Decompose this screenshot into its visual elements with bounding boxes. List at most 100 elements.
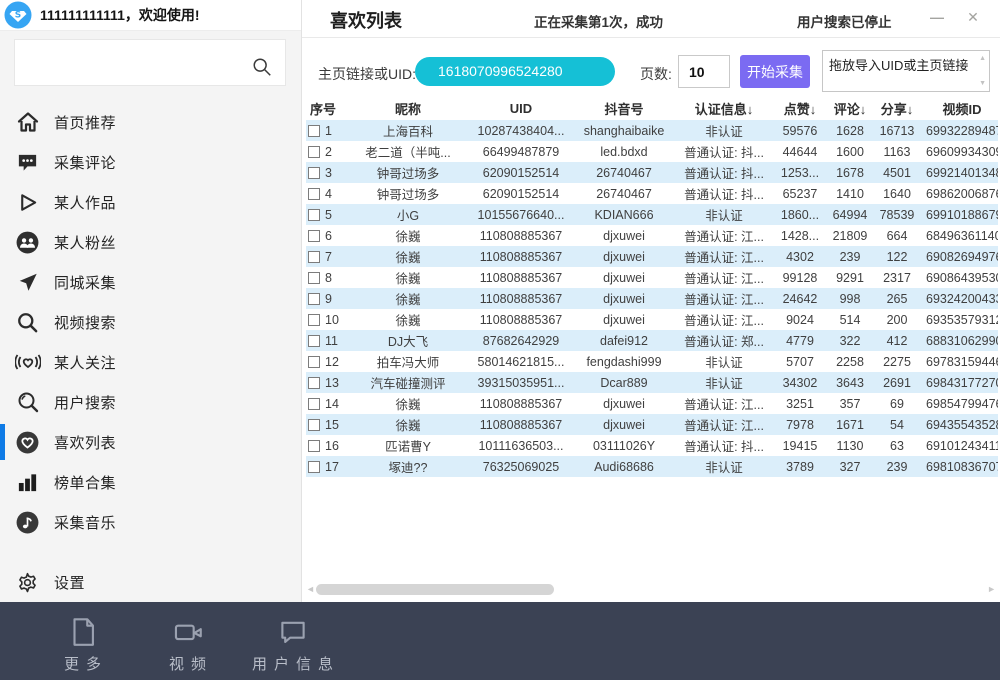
close-button[interactable]: ✕ (960, 6, 986, 28)
table-row[interactable]: 5小G10155676640...KDIAN666非认证1860...64994… (306, 204, 998, 225)
cell-seq-text: 13 (325, 376, 339, 390)
table-row[interactable]: 8徐巍110808885367djxuwei普通认证: 江...99128929… (306, 267, 998, 288)
cell-likes: 65237 (774, 187, 826, 201)
column-header-5[interactable]: 点赞↓ (774, 99, 826, 118)
bottombar-item-1[interactable]: 视频 (135, 615, 240, 674)
search-icon[interactable] (251, 56, 273, 78)
sidebar-item-3[interactable]: 某人粉丝 (0, 222, 301, 262)
scroll-down-icon[interactable]: ▼ (979, 80, 986, 87)
cell-video_id: 69435543528. (920, 418, 998, 432)
cell-douyin_id: djxuwei (574, 292, 674, 306)
table-row[interactable]: 17塚迪??76325069025Audi68686非认证37893272396… (306, 456, 998, 477)
cell-nickname: 老二道（半吨... (348, 142, 468, 161)
cell-video_id: 69101243411. (920, 439, 998, 453)
table-row[interactable]: 10徐巍110808885367djxuwei普通认证: 江...9024514… (306, 309, 998, 330)
cell-shares: 2275 (874, 355, 920, 369)
row-checkbox[interactable] (308, 377, 320, 389)
cell-video_id: 69862006876. (920, 187, 998, 201)
cell-seq: 12 (306, 355, 348, 369)
uid-input[interactable]: 1618070996524280 (415, 57, 615, 86)
cell-nickname: 钟哥过场多 (348, 184, 468, 203)
row-checkbox[interactable] (308, 272, 320, 284)
column-header-4[interactable]: 认证信息↓ (674, 99, 774, 118)
cell-cert: 普通认证: 江... (674, 310, 774, 329)
table-row[interactable]: 11DJ大飞87682642929dafei912普通认证: 郑...47793… (306, 330, 998, 351)
cell-likes: 4779 (774, 334, 826, 348)
sidebar-item-7[interactable]: 用户搜索 (0, 382, 301, 422)
table-row[interactable]: 7徐巍110808885367djxuwei普通认证: 江...43022391… (306, 246, 998, 267)
sidebar-titlebar: S 111111111111，欢迎使用! (0, 0, 301, 31)
sidebar-item-5[interactable]: 视频搜索 (0, 302, 301, 342)
user-search-status-text: 用户搜索已停止 (797, 11, 892, 31)
scrollbar-thumb[interactable] (316, 584, 554, 595)
row-checkbox[interactable] (308, 251, 320, 263)
sidebar-item-1[interactable]: 采集评论 (0, 142, 301, 182)
sidebar-item-9[interactable]: 榜单合集 (0, 462, 301, 502)
scroll-right-icon[interactable]: ► (987, 585, 996, 594)
comment-icon (14, 149, 41, 176)
bottombar-item-0[interactable]: 更多 (30, 615, 135, 674)
row-checkbox[interactable] (308, 314, 320, 326)
cell-douyin_id: 26740467 (574, 187, 674, 201)
scroll-left-icon[interactable]: ◄ (306, 585, 315, 594)
sidebar-item-label: 设置 (54, 572, 85, 593)
table-row[interactable]: 14徐巍110808885367djxuwei普通认证: 江...3251357… (306, 393, 998, 414)
cell-video_id: 69609934309. (920, 145, 998, 159)
row-checkbox[interactable] (308, 293, 320, 305)
column-header-6[interactable]: 评论↓ (826, 99, 874, 118)
row-checkbox[interactable] (308, 146, 320, 158)
row-checkbox[interactable] (308, 440, 320, 452)
cell-douyin_id: djxuwei (574, 250, 674, 264)
scroll-up-icon[interactable]: ▲ (979, 55, 986, 62)
sidebar-item-settings[interactable]: 设置 (0, 562, 301, 602)
cell-video_id: 69843177270. (920, 376, 998, 390)
table-row[interactable]: 2老二道（半吨...66499487879led.bdxd普通认证: 抖...4… (306, 141, 998, 162)
sidebar-item-0[interactable]: 首页推荐 (0, 102, 301, 142)
table-row[interactable]: 15徐巍110808885367djxuwei普通认证: 江...7978167… (306, 414, 998, 435)
play-icon (14, 189, 41, 216)
search-input[interactable] (15, 40, 285, 85)
row-checkbox[interactable] (308, 461, 320, 473)
table-row[interactable]: 12拍车冯大师58014621815...fengdashi999非认证5707… (306, 351, 998, 372)
minimize-button[interactable]: — (924, 6, 950, 28)
cell-seq-text: 7 (325, 250, 332, 264)
drag-drop-import-zone[interactable]: 拖放导入UID或主页链接 ▲▼ (822, 50, 990, 92)
table-body: 1上海百科10287438404...shanghaibaike非认证59576… (306, 120, 998, 477)
cell-comments: 1600 (826, 145, 874, 159)
sidebar-nav: 首页推荐采集评论某人作品某人粉丝同城采集视频搜索某人关注用户搜索喜欢列表榜单合集… (0, 102, 301, 602)
cell-douyin_id: djxuwei (574, 418, 674, 432)
table-row[interactable]: 4钟哥过场多6209015251426740467普通认证: 抖...65237… (306, 183, 998, 204)
sidebar-item-6[interactable]: 某人关注 (0, 342, 301, 382)
sidebar-item-8[interactable]: 喜欢列表 (0, 422, 301, 462)
cell-likes: 3251 (774, 397, 826, 411)
sidebar-item-10[interactable]: 采集音乐 (0, 502, 301, 542)
row-checkbox[interactable] (308, 335, 320, 347)
cell-seq-text: 15 (325, 418, 339, 432)
row-checkbox[interactable] (308, 209, 320, 221)
pages-input[interactable] (678, 55, 730, 88)
row-checkbox[interactable] (308, 167, 320, 179)
cell-seq: 17 (306, 460, 348, 474)
column-header-7[interactable]: 分享↓ (874, 99, 920, 118)
sidebar-item-2[interactable]: 某人作品 (0, 182, 301, 222)
table-row[interactable]: 1上海百科10287438404...shanghaibaike非认证59576… (306, 120, 998, 141)
table-row[interactable]: 6徐巍110808885367djxuwei普通认证: 江...1428...2… (306, 225, 998, 246)
start-collect-button[interactable]: 开始采集 (740, 55, 810, 88)
table-row[interactable]: 9徐巍110808885367djxuwei普通认证: 江...24642998… (306, 288, 998, 309)
row-checkbox[interactable] (308, 398, 320, 410)
bottombar-item-2[interactable]: 用户信息 (240, 615, 345, 674)
sidebar-item-4[interactable]: 同城采集 (0, 262, 301, 302)
table-row[interactable]: 16匹诺曹Y10111636503...03111026Y普通认证: 抖...1… (306, 435, 998, 456)
table-row[interactable]: 3钟哥过场多6209015251426740467普通认证: 抖...1253.… (306, 162, 998, 183)
cell-seq: 8 (306, 271, 348, 285)
row-checkbox[interactable] (308, 230, 320, 242)
cell-video_id: 68831062990. (920, 334, 998, 348)
row-checkbox[interactable] (308, 356, 320, 368)
file-icon (66, 615, 100, 649)
row-checkbox[interactable] (308, 188, 320, 200)
cell-shares: 16713 (874, 124, 920, 138)
row-checkbox[interactable] (308, 125, 320, 137)
table-row[interactable]: 13汽车碰撞测评39315035951...Dcar889非认证34302364… (306, 372, 998, 393)
camera-icon (171, 615, 205, 649)
row-checkbox[interactable] (308, 419, 320, 431)
